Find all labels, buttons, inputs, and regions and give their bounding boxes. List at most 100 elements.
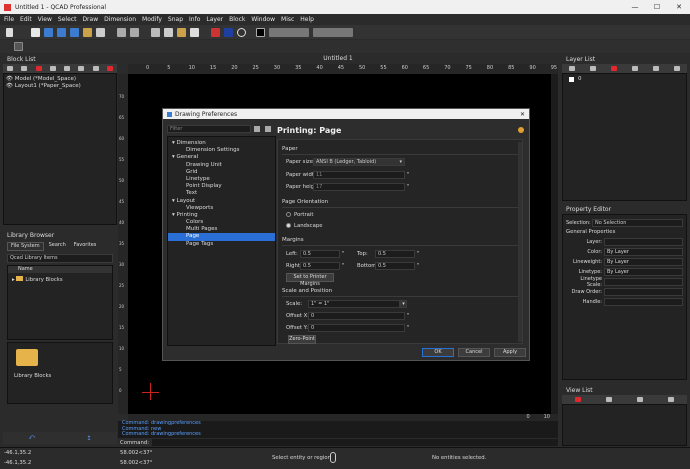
paper-height-input[interactable]: 17 (313, 183, 405, 191)
menu-layer[interactable]: Layer (206, 16, 223, 23)
list-item[interactable]: 0 (569, 76, 680, 82)
help-icon[interactable] (518, 127, 524, 133)
margin-left-input[interactable]: 0.5 (300, 250, 340, 258)
collapse-icon[interactable] (254, 126, 260, 132)
print-icon[interactable] (96, 27, 105, 37)
drawing-tab[interactable]: Untitled 1 (118, 55, 558, 64)
tree-item[interactable]: ▸ Library Blocks (8, 273, 112, 286)
tree-item[interactable]: Page (168, 233, 275, 241)
tree-item[interactable]: Grid (168, 169, 275, 176)
menu-view[interactable]: View (38, 16, 52, 23)
tree-item[interactable]: Viewports (168, 205, 275, 212)
restore-view-icon[interactable] (668, 397, 675, 402)
ok-button[interactable]: OK (422, 348, 454, 357)
prop-lineweight-field[interactable]: By Layer (604, 258, 683, 266)
menu-edit[interactable]: Edit (20, 16, 32, 23)
list-icon[interactable] (92, 66, 99, 71)
display-icon[interactable] (224, 27, 233, 37)
eye-closed-icon[interactable] (590, 66, 597, 71)
tree-item[interactable]: Page Tags (168, 241, 275, 248)
tree-item[interactable]: Dimension Settings (168, 147, 275, 154)
menu-snap[interactable]: Snap (168, 16, 183, 23)
save-icon[interactable] (57, 27, 66, 37)
delete-icon[interactable] (190, 27, 199, 37)
edit-view-icon[interactable] (637, 397, 644, 402)
remove-layer-icon[interactable] (631, 66, 638, 71)
prop-layer-field[interactable] (604, 238, 683, 246)
menu-window[interactable]: Window (251, 16, 275, 23)
library-combo[interactable]: Qcad Library Items (7, 254, 113, 263)
tab-file-system[interactable]: File System (7, 242, 44, 251)
insert-icon[interactable] (78, 66, 85, 71)
minimize-button[interactable]: — (624, 3, 646, 11)
prop-linetype-field[interactable]: By Layer (604, 268, 683, 276)
prop-handle-field[interactable] (604, 298, 683, 306)
tab-favorites[interactable]: Favorites (71, 242, 100, 251)
cut-icon[interactable] (151, 27, 160, 37)
folder-icon[interactable] (16, 349, 38, 366)
lock-icon[interactable] (673, 66, 680, 71)
select-arrow-icon[interactable] (14, 42, 23, 51)
portrait-radio[interactable]: Portrait (286, 212, 313, 218)
menu-dimension[interactable]: Dimension (104, 16, 136, 23)
menu-modify[interactable]: Modify (142, 16, 162, 23)
circle-tool-icon[interactable] (237, 27, 246, 37)
command-input[interactable] (152, 439, 558, 446)
list-item[interactable]: 👁 Layout1 (*Paper_Space) (6, 83, 114, 90)
menu-info[interactable]: Info (189, 16, 200, 23)
tree-item[interactable]: Multi Pages (168, 226, 275, 233)
zero-point-button[interactable]: Zero-Point (288, 335, 316, 344)
margin-right-input[interactable]: 0.5 (300, 262, 340, 270)
paste-icon[interactable] (177, 27, 186, 37)
tree-item[interactable]: ▾ Dimension (168, 140, 275, 147)
menu-misc[interactable]: Misc (281, 16, 294, 23)
offset-y-input[interactable]: 0 (308, 324, 405, 332)
set-printer-margins-button[interactable]: Set to Printer Margins (286, 273, 334, 287)
tree-item[interactable]: ▾ General (168, 154, 275, 161)
tree-item[interactable]: Point Display (168, 183, 275, 190)
paper-size-select[interactable]: ANSI B (Ledger, Tabloid) ▾ (313, 158, 405, 166)
margin-bottom-input[interactable]: 0.5 (375, 262, 415, 270)
new-file-icon[interactable] (31, 27, 40, 37)
menu-select[interactable]: Select (58, 16, 77, 23)
expand-icon[interactable] (265, 126, 271, 132)
add-block-icon[interactable] (35, 66, 42, 71)
menu-draw[interactable]: Draw (82, 16, 98, 23)
tab-search[interactable]: Search (46, 242, 69, 251)
tree-item[interactable]: Colors (168, 219, 275, 226)
edit-layer-icon[interactable] (652, 66, 659, 71)
print-preview-icon[interactable] (83, 27, 92, 37)
back-icon[interactable]: ⤺ (29, 434, 35, 442)
eye-icon[interactable] (7, 66, 14, 71)
menu-help[interactable]: Help (300, 16, 314, 23)
close-button[interactable]: ✕ (668, 3, 690, 11)
tree-item[interactable]: ▾ Printing (168, 212, 275, 219)
remove-icon[interactable] (49, 66, 56, 71)
dialog-close-button[interactable]: ✕ (520, 111, 525, 118)
tree-item[interactable]: Text (168, 190, 275, 197)
apply-button[interactable]: Apply (494, 348, 526, 357)
open-file-icon[interactable] (44, 27, 53, 37)
eye-closed-icon[interactable] (21, 66, 28, 71)
edit-icon[interactable] (64, 66, 71, 71)
copy-icon[interactable] (164, 27, 173, 37)
add-layer-icon[interactable] (611, 66, 618, 71)
maximize-button[interactable]: ☐ (646, 3, 668, 11)
save-as-icon[interactable] (70, 27, 79, 37)
vertical-scrollbar[interactable] (551, 74, 558, 414)
menu-file[interactable]: File (4, 16, 14, 23)
prop-color-field[interactable]: By Layer (604, 248, 683, 256)
paper-width-input[interactable]: 11 (313, 171, 405, 179)
lineweight-icon[interactable] (313, 27, 353, 37)
stop-icon[interactable] (106, 66, 113, 71)
margin-top-input[interactable]: 0.5 (375, 250, 415, 258)
tree-item[interactable]: Drawing Unit (168, 162, 275, 169)
color-black-icon[interactable] (256, 27, 265, 37)
prop-draw-order-field[interactable] (604, 288, 683, 296)
redo-icon[interactable] (130, 27, 139, 37)
offset-x-input[interactable]: 0 (308, 312, 405, 320)
eye-icon[interactable] (569, 66, 576, 71)
linetype-icon[interactable] (269, 27, 309, 37)
prop-linetype-scale-field[interactable] (604, 278, 683, 286)
tree-item[interactable]: ▾ Layout (168, 198, 275, 205)
